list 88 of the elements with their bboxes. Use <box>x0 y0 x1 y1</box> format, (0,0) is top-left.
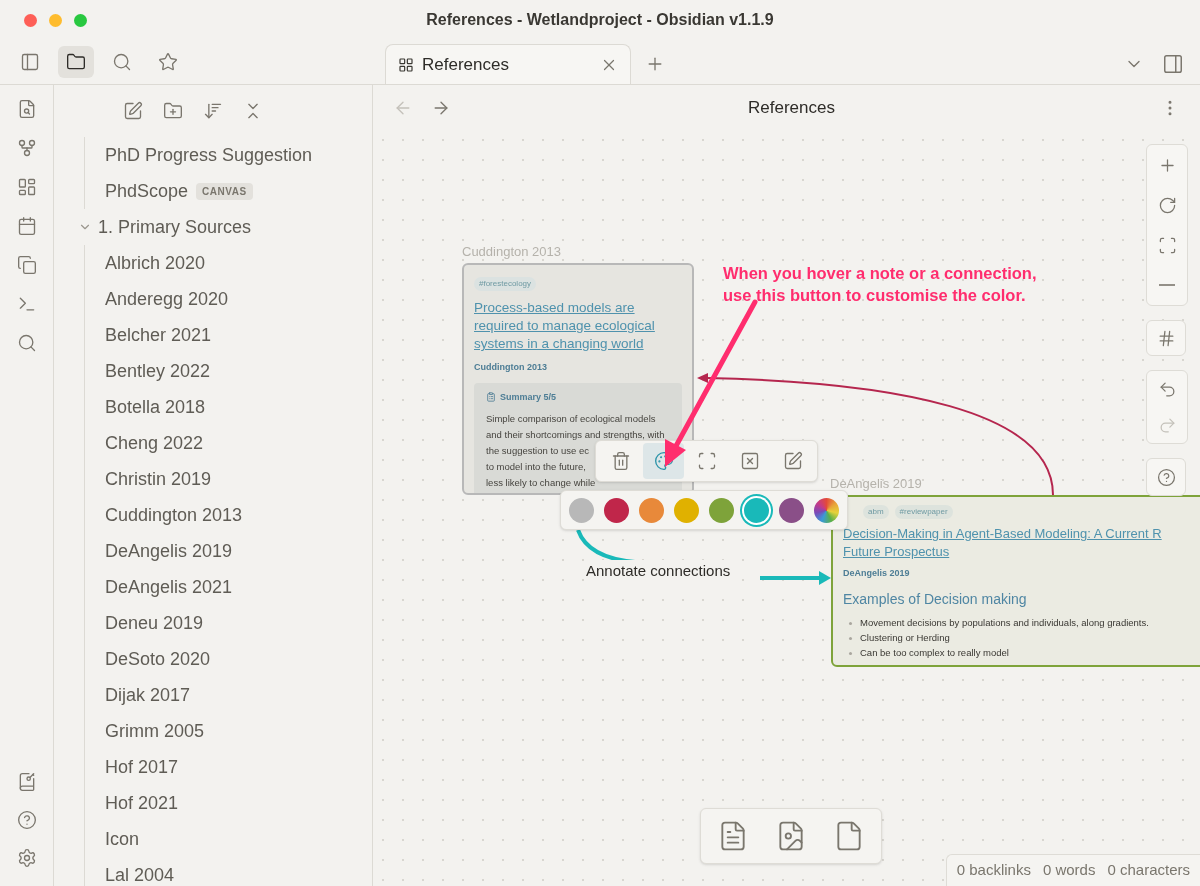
file-item[interactable]: Bentley 2022 <box>105 357 211 385</box>
bullet-icon <box>849 621 852 625</box>
bullet-text: Movement decisions by populations and individuals, along gradients. <box>860 615 1149 630</box>
tab-label: References <box>422 53 510 76</box>
file-item[interactable]: Botella 2018 <box>105 393 206 421</box>
file-item[interactable]: DeAngelis 2019 <box>105 537 233 565</box>
note-subtitle: DeAngelis 2019 <box>843 567 911 580</box>
file-item[interactable]: Dijak 2017 <box>105 681 191 709</box>
file-item[interactable]: DeSoto 2020 <box>105 645 211 673</box>
help-icon[interactable] <box>16 810 37 830</box>
search-icon <box>112 52 132 72</box>
color-swatch[interactable] <box>709 497 734 523</box>
copy-icon[interactable] <box>16 255 37 275</box>
color-swatch[interactable] <box>569 497 594 523</box>
callout-text-line: to model into the future, <box>486 460 586 473</box>
node-label: DeAngelis 2019 <box>830 475 922 493</box>
callout-text-line: the suggestion to use ec <box>486 444 589 457</box>
bullet-icon <box>849 636 852 640</box>
grid-icon <box>398 56 414 73</box>
view-title: References <box>747 96 836 119</box>
connection-arrow[interactable] <box>576 529 831 585</box>
note-heading: Examples of Decision making <box>843 589 1028 609</box>
help-button[interactable] <box>1146 458 1186 496</box>
file-item[interactable]: Belcher 2021 <box>105 321 212 349</box>
maximize-window-button[interactable] <box>74 13 87 27</box>
right-sidebar-icon[interactable] <box>1162 53 1184 75</box>
bullet-icon <box>849 651 852 655</box>
graph-icon[interactable] <box>16 138 37 158</box>
folder-item[interactable]: 1. Primary Sources <box>54 209 372 245</box>
grid-button[interactable] <box>1146 320 1186 356</box>
sort-icon[interactable] <box>203 101 223 121</box>
callout-text-line: and their shortcomings and strengths, with <box>486 428 665 441</box>
help-icon <box>1156 467 1176 487</box>
folder-button[interactable] <box>58 46 94 78</box>
fit-icon <box>1157 235 1177 255</box>
status-text: 0 characters <box>1107 860 1190 881</box>
search-icon[interactable] <box>16 333 37 353</box>
file-item[interactable]: PhdScope <box>105 177 189 205</box>
status-text: 0 words <box>1042 860 1096 881</box>
new-note-icon[interactable] <box>123 101 143 121</box>
file-item[interactable]: Cuddington 2013 <box>105 501 243 529</box>
file-item[interactable]: Grimm 2005 <box>105 717 205 745</box>
color-swatch[interactable] <box>604 497 629 523</box>
annotation-text: When you hover a note or a connection, use this button to customise the color. <box>723 263 1037 306</box>
file-item[interactable]: Lal 2004 <box>105 861 175 886</box>
canvas-icon[interactable] <box>16 177 37 197</box>
file-item[interactable]: Hof 2021 <box>105 789 179 817</box>
color-swatch[interactable] <box>639 497 664 523</box>
node-label: Cuddington 2013 <box>462 243 562 261</box>
trash-icon <box>610 451 631 471</box>
file-item[interactable]: DeAngelis 2021 <box>105 573 233 601</box>
file-item[interactable]: Deneu 2019 <box>105 609 204 637</box>
pen-square-icon <box>782 451 803 471</box>
file-type-badge: CANVAS <box>196 182 253 200</box>
file-item[interactable]: PhD Progress Suggestion <box>105 141 313 169</box>
note-subtitle: Cuddington 2013 <box>474 361 548 374</box>
file-item[interactable]: Christin 2019 <box>105 465 212 493</box>
note-card[interactable] <box>462 263 694 495</box>
sidebar-toggle-icon <box>20 52 40 72</box>
callout-text-line: less likely to change while <box>486 476 596 489</box>
window-title: References - Wetlandproject - Obsidian v1.1.9 <box>426 10 774 30</box>
file-item[interactable]: Icon <box>105 825 140 853</box>
new-folder-icon[interactable] <box>163 101 183 121</box>
rotate-icon <box>1157 195 1177 215</box>
connection-arrow[interactable] <box>697 373 1054 496</box>
file-item[interactable]: Hof 2017 <box>105 753 179 781</box>
status-text: 0 backlinks <box>956 860 1031 881</box>
file-item[interactable]: Cheng 2022 <box>105 429 204 457</box>
edge-label[interactable]: Annotate connections <box>585 560 732 583</box>
calendar-icon[interactable] <box>16 216 37 236</box>
bullet-text: Can be too complex to really model <box>860 645 1009 660</box>
bullet-text: Clustering or Herding <box>860 630 950 645</box>
scan-icon <box>696 451 717 471</box>
folder-icon <box>66 52 86 72</box>
file-item[interactable]: Anderegg 2020 <box>105 285 229 313</box>
x-square-icon <box>739 451 760 471</box>
file-item[interactable]: Albrich 2020 <box>105 249 206 277</box>
close-window-button[interactable] <box>24 13 37 27</box>
star-icon <box>158 52 178 72</box>
settings-icon[interactable] <box>16 848 37 868</box>
minus-icon <box>1159 284 1175 286</box>
color-swatch[interactable] <box>779 497 804 523</box>
custom-color-swatch[interactable] <box>814 497 839 523</box>
callout-text-line: Simple comparison of ecological models <box>486 412 656 425</box>
color-swatch[interactable] <box>674 497 699 523</box>
clipboard-icon <box>486 392 496 403</box>
callout-title: Summary 5/5 <box>500 390 557 404</box>
tab[interactable]: References <box>385 44 631 84</box>
